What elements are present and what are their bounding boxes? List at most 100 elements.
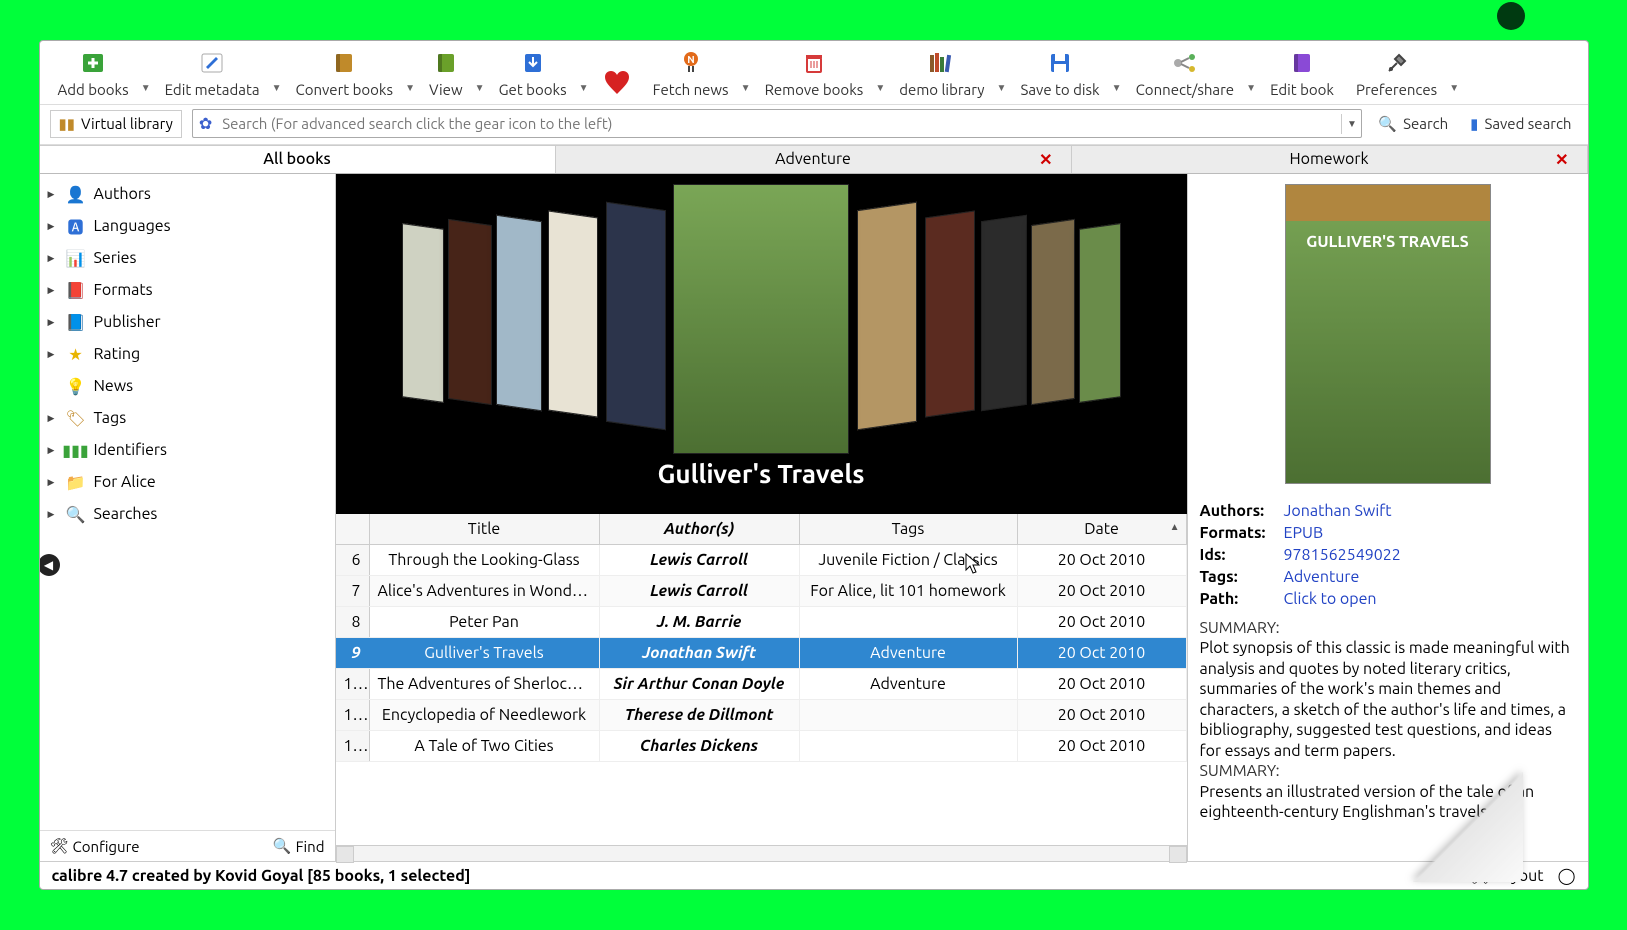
sidebar-item-series[interactable]: ▶📊Series xyxy=(40,242,335,274)
ids-label: Ids: xyxy=(1200,546,1278,564)
tab-label: All books xyxy=(263,150,331,168)
sidebar-item-publisher[interactable]: ▶📘Publisher xyxy=(40,306,335,338)
cell-date: 20 Oct 2010 xyxy=(1018,607,1187,637)
ids-link[interactable]: 9781562549022 xyxy=(1284,546,1401,564)
preferences-dropdown[interactable]: ▼ xyxy=(1447,82,1461,102)
heart-button[interactable] xyxy=(593,68,641,102)
table-row[interactable]: 12A Tale of Two CitiesCharles Dickens20 … xyxy=(336,731,1187,762)
add-books-dropdown[interactable]: ▼ xyxy=(139,82,153,102)
virtual-library-button[interactable]: ▮▮ Virtual library xyxy=(50,110,182,138)
search-icon: 🔍 xyxy=(1378,115,1397,133)
close-tab-icon[interactable]: ✕ xyxy=(1039,150,1052,169)
formats-link[interactable]: EPUB xyxy=(1284,524,1324,542)
sidebar-item-tags[interactable]: ▶🏷Tags xyxy=(40,402,335,434)
horizontal-scrollbar[interactable] xyxy=(336,845,1187,861)
cover-thumb[interactable] xyxy=(1031,219,1075,405)
col-rownum[interactable] xyxy=(336,514,370,544)
gear-icon[interactable]: ✿ xyxy=(193,114,218,133)
edit-metadata-dropdown[interactable]: ▼ xyxy=(270,82,284,102)
cover-thumb[interactable] xyxy=(1079,223,1121,403)
svg-text:N: N xyxy=(687,54,694,65)
cell-title: A Tale of Two Cities xyxy=(370,731,600,761)
cover-thumb[interactable] xyxy=(981,215,1027,411)
demo-library-dropdown[interactable]: ▼ xyxy=(994,82,1008,102)
tag-icon: 🏷 xyxy=(66,408,86,428)
search-input[interactable] xyxy=(218,110,1341,137)
sidebar-item-label: Tags xyxy=(94,409,127,427)
table-row[interactable]: 10The Adventures of Sherlock H…Sir Arthu… xyxy=(336,669,1187,700)
search-dropdown[interactable]: ▼ xyxy=(1341,114,1361,134)
saved-search-button[interactable]: ▮ Saved search xyxy=(1464,111,1577,137)
cover-thumb[interactable] xyxy=(448,219,492,405)
collapse-sidebar-button[interactable]: ◀ xyxy=(39,554,60,576)
col-author[interactable]: Author(s) xyxy=(600,514,800,544)
sidebar-item-languages[interactable]: ▶🅰Languages xyxy=(40,210,335,242)
cover-thumb[interactable] xyxy=(402,223,444,403)
sidebar-item-searches[interactable]: ▶🔍Searches xyxy=(40,498,335,530)
layout-button[interactable]: 🛠 Layout xyxy=(1469,866,1543,885)
sidebar-item-formats[interactable]: ▶📕Formats xyxy=(40,274,335,306)
table-row[interactable]: 9Gulliver's TravelsJonathan SwiftAdventu… xyxy=(336,638,1187,669)
save-to-disk-dropdown[interactable]: ▼ xyxy=(1110,82,1124,102)
fetch-news-dropdown[interactable]: ▼ xyxy=(739,82,753,102)
cover-thumb[interactable] xyxy=(548,210,598,417)
remove-books-button[interactable]: Remove books xyxy=(755,47,874,102)
sidebar-item-identifiers[interactable]: ▶▮▮▮Identifiers xyxy=(40,434,335,466)
table-row[interactable]: 7Alice's Adventures in Wonderl…Lewis Car… xyxy=(336,576,1187,607)
get-books-button[interactable]: Get books xyxy=(489,47,577,102)
sidebar-item-authors[interactable]: ▶👤Authors xyxy=(40,178,335,210)
edit-metadata-button[interactable]: Edit metadata xyxy=(155,47,270,102)
fetch-news-button[interactable]: NFetch news xyxy=(643,47,739,102)
details-cover: GULLIVER'S TRAVELS xyxy=(1188,174,1588,494)
sidebar-item-label: News xyxy=(94,377,134,395)
edit-book-button[interactable]: Edit book xyxy=(1260,47,1344,102)
tab-adventure[interactable]: Adventure✕ xyxy=(556,145,1072,173)
cover-thumb[interactable] xyxy=(606,202,666,430)
path-link[interactable]: Click to open xyxy=(1284,590,1377,608)
add-books-button[interactable]: Add books xyxy=(48,47,139,102)
convert-books-dropdown[interactable]: ▼ xyxy=(403,82,417,102)
table-row[interactable]: 8Peter PanJ. M. Barrie20 Oct 2010 xyxy=(336,607,1187,638)
search-button[interactable]: 🔍 Search xyxy=(1372,111,1454,137)
barcode-icon: ▮▮▮ xyxy=(66,440,86,460)
sidebar-item-label: Rating xyxy=(94,345,141,363)
cover-image[interactable]: GULLIVER'S TRAVELS xyxy=(1285,184,1491,484)
remove-books-dropdown[interactable]: ▼ xyxy=(873,82,887,102)
connect-share-dropdown[interactable]: ▼ xyxy=(1244,82,1258,102)
get-books-label: Get books xyxy=(499,81,567,98)
book-details-panel: GULLIVER'S TRAVELS Authors:Jonathan Swif… xyxy=(1188,174,1588,861)
cover-thumb[interactable] xyxy=(496,215,542,411)
close-tab-icon[interactable]: ✕ xyxy=(1555,150,1568,169)
authors-link[interactable]: Jonathan Swift xyxy=(1284,502,1392,520)
cell-title: Alice's Adventures in Wonderl… xyxy=(370,576,600,606)
preferences-button[interactable]: Preferences xyxy=(1346,47,1447,102)
sidebar-item-rating[interactable]: ▶★Rating xyxy=(40,338,335,370)
cover-main[interactable] xyxy=(673,184,849,454)
cover-thumb[interactable] xyxy=(925,210,975,417)
view-dropdown[interactable]: ▼ xyxy=(473,82,487,102)
cover-thumb[interactable] xyxy=(857,202,917,430)
news-icon: N xyxy=(677,49,705,77)
cell-title: Through the Looking-Glass xyxy=(370,545,600,575)
tags-link[interactable]: Adventure xyxy=(1284,568,1360,586)
jobs-spinner[interactable]: ◯ xyxy=(1558,866,1576,885)
col-date[interactable]: Date ▲ xyxy=(1018,514,1187,544)
view-button[interactable]: View xyxy=(419,47,473,102)
sidebar-item-news[interactable]: 💡News xyxy=(40,370,335,402)
demo-library-button[interactable]: demo library xyxy=(889,47,994,102)
configure-button[interactable]: 🛠 Configure xyxy=(50,837,140,855)
find-button[interactable]: 🔍 Find xyxy=(273,837,325,855)
convert-books-button[interactable]: Convert books xyxy=(286,47,404,102)
library-icon xyxy=(928,49,956,77)
get-books-dropdown[interactable]: ▼ xyxy=(577,82,591,102)
sidebar-item-for-alice[interactable]: ▶📁For Alice xyxy=(40,466,335,498)
cell-n: 8 xyxy=(336,607,370,637)
connect-share-button[interactable]: Connect/share xyxy=(1126,47,1244,102)
save-to-disk-button[interactable]: Save to disk xyxy=(1010,47,1109,102)
tab-all-books[interactable]: All books xyxy=(40,145,556,173)
col-title[interactable]: Title xyxy=(370,514,600,544)
table-row[interactable]: 11Encyclopedia of NeedleworkTherese de D… xyxy=(336,700,1187,731)
table-row[interactable]: 6Through the Looking-GlassLewis CarrollJ… xyxy=(336,545,1187,576)
col-tags[interactable]: Tags xyxy=(800,514,1018,544)
tab-homework[interactable]: Homework✕ xyxy=(1072,145,1588,173)
